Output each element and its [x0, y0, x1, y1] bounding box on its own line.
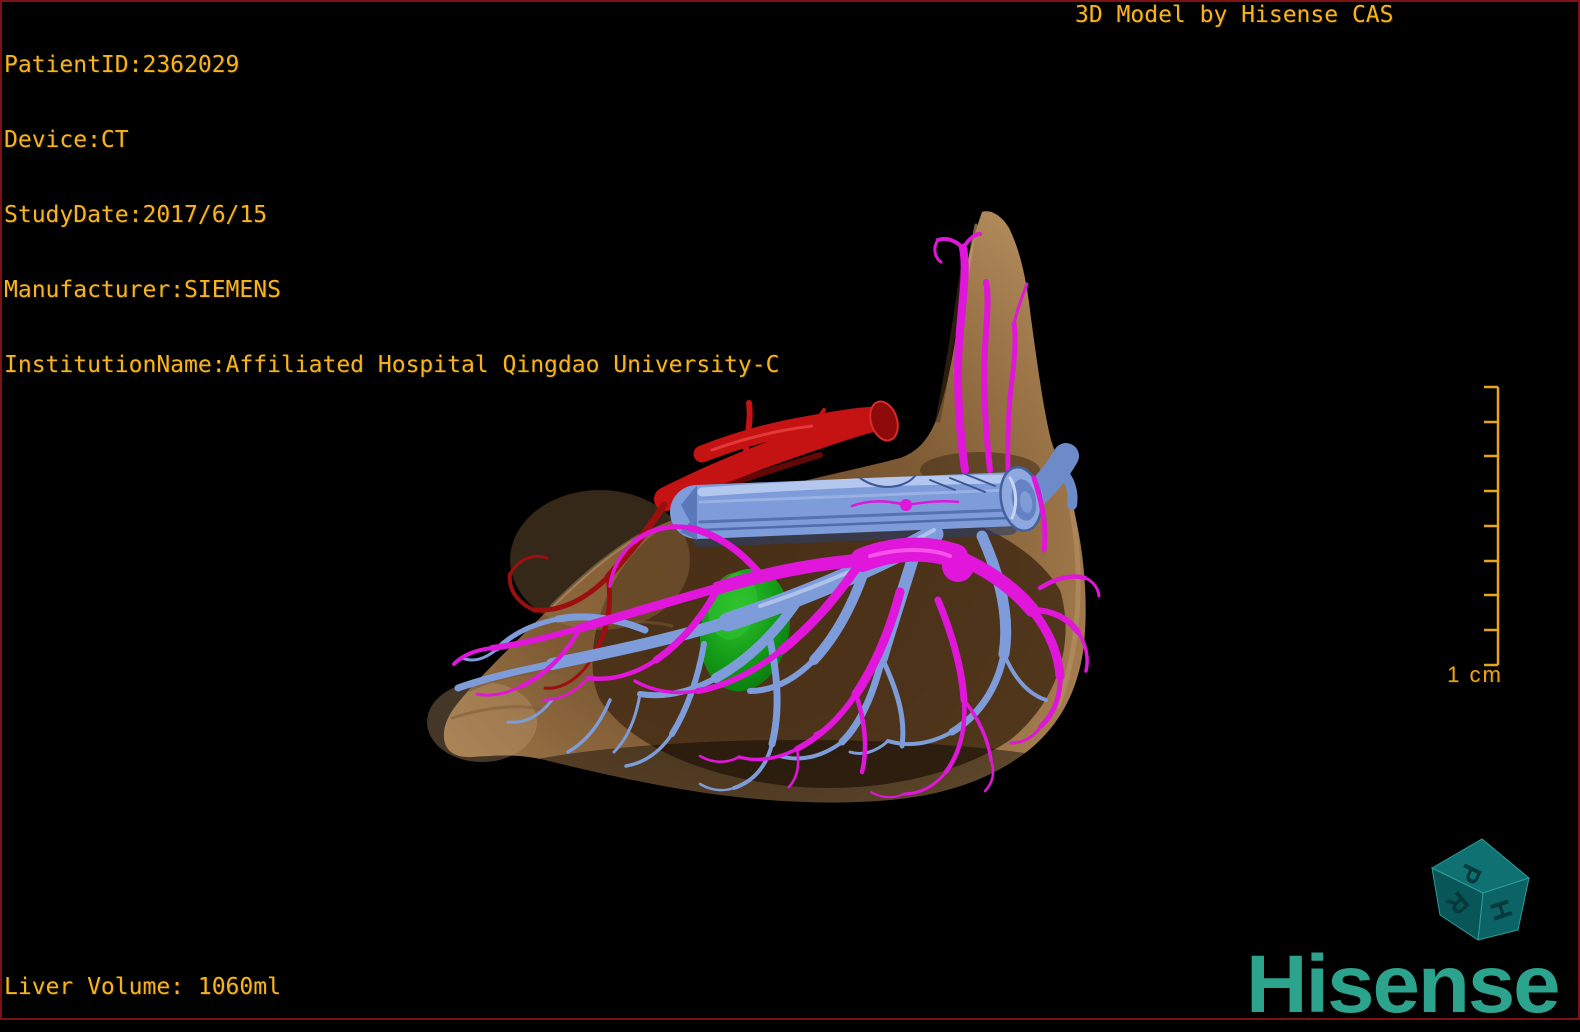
patient-info-overlay: PatientID:2362029 Device:CT StudyDate:20… [4, 3, 779, 428]
overlay-device: Device:CT [4, 127, 129, 153]
overlay-institution: InstitutionName:Affiliated Hospital Qing… [4, 352, 780, 378]
orientation-cube[interactable]: P H R [1420, 828, 1540, 950]
overlay-manufacturer: Manufacturer:SIEMENS [4, 277, 281, 303]
liver-volume-label: Liver Volume: 1060ml [4, 974, 281, 1000]
hisense-logo: Hisense [1246, 939, 1561, 1030]
artery-cut-cap [869, 400, 899, 442]
watermark-label: 3D Model by Hisense CAS [1075, 2, 1394, 28]
overlay-study-date: StudyDate:2017/6/15 [4, 202, 268, 228]
scale-ruler [1470, 380, 1520, 676]
viewer-root: PatientID:2362029 Device:CT StudyDate:20… [0, 0, 1580, 1030]
overlay-patient-id: PatientID:2362029 [4, 52, 240, 78]
scale-label: 1 cm [1447, 662, 1503, 687]
